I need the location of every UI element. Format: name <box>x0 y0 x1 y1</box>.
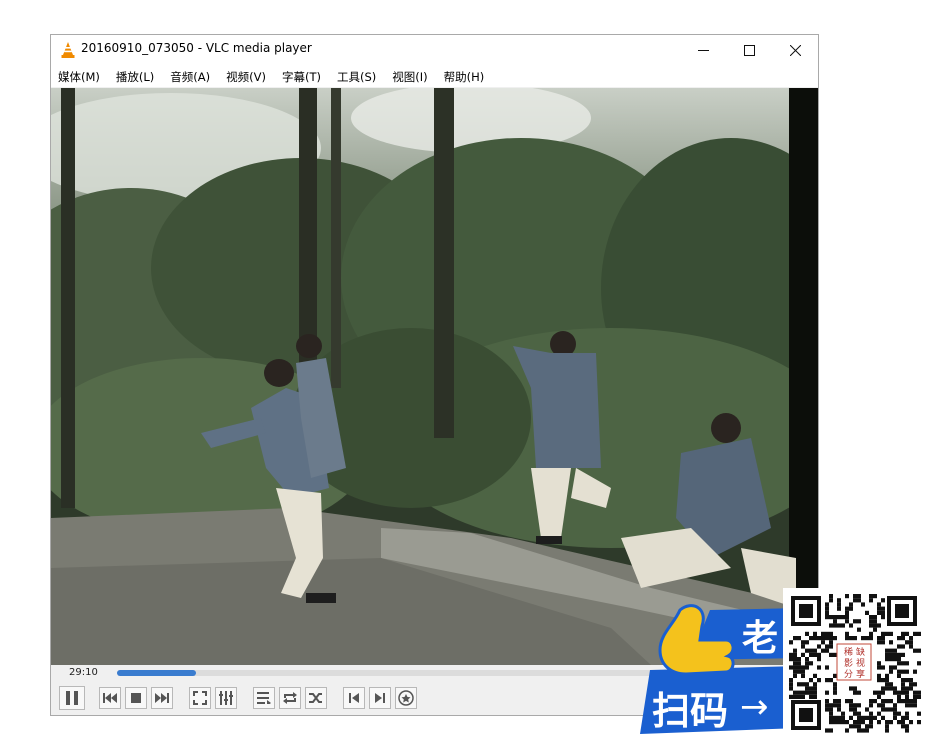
menu-bar: 媒体(M) 播放(L) 音频(A) 视频(V) 字幕(T) 工具(S) 视图(I… <box>51 65 818 87</box>
frame-back-button[interactable] <box>343 687 365 709</box>
shuffle-icon <box>309 693 322 703</box>
frame-forward-icon <box>375 693 385 703</box>
title-bar[interactable]: 20160910_073050 - VLC media player <box>51 35 818 65</box>
video-scene-image <box>51 88 818 665</box>
qr-code-image: 稀 缺 影 视 分 享 <box>783 588 923 736</box>
svg-text:视: 视 <box>856 657 865 669</box>
menu-playback[interactable]: 播放(L) <box>108 65 162 87</box>
pause-icon <box>66 691 78 705</box>
promo-partial-text: 老 <box>742 618 778 659</box>
next-button[interactable] <box>151 687 173 709</box>
extended-settings-button[interactable] <box>215 687 237 709</box>
menu-view[interactable]: 视图(I) <box>384 65 435 87</box>
svg-text:影: 影 <box>844 658 853 669</box>
frame-back-icon <box>349 693 359 703</box>
video-frame[interactable] <box>51 88 818 665</box>
menu-tools[interactable]: 工具(S) <box>329 65 384 87</box>
seek-progress <box>117 670 197 676</box>
frame-forward-button[interactable] <box>369 687 391 709</box>
menu-subtitle[interactable]: 字幕(T) <box>274 65 329 87</box>
svg-text:缺: 缺 <box>856 646 865 658</box>
maximize-icon <box>743 44 755 56</box>
close-icon <box>789 44 801 56</box>
snapshot-button[interactable] <box>395 687 417 709</box>
skip-next-icon <box>155 693 169 703</box>
promo-arrow: → <box>740 687 769 727</box>
maximize-button[interactable] <box>726 35 772 65</box>
snapshot-icon <box>398 690 414 706</box>
equalizer-icon <box>219 691 233 705</box>
loop-icon <box>283 692 297 704</box>
playlist-button[interactable] <box>253 687 275 709</box>
close-button[interactable] <box>772 35 818 65</box>
promo-scan-text: 扫码 <box>652 689 728 733</box>
svg-text:享: 享 <box>856 668 865 680</box>
svg-text:分: 分 <box>844 669 853 680</box>
shuffle-button[interactable] <box>305 687 327 709</box>
pause-button[interactable] <box>59 686 85 710</box>
elapsed-time: 29:10 <box>69 667 98 678</box>
playlist-icon <box>257 692 271 704</box>
vlc-cone-icon <box>61 42 75 58</box>
menu-help[interactable]: 帮助(H) <box>436 65 493 87</box>
fullscreen-button[interactable] <box>189 687 211 709</box>
menu-video[interactable]: 视频(V) <box>218 65 274 87</box>
fullscreen-icon <box>193 691 207 705</box>
window-title: 20160910_073050 - VLC media player <box>81 41 312 55</box>
svg-text:稀: 稀 <box>844 646 853 658</box>
menu-media[interactable]: 媒体(M) <box>51 65 108 87</box>
minimize-button[interactable] <box>680 35 726 65</box>
previous-button[interactable] <box>99 687 121 709</box>
minimize-icon <box>697 49 709 51</box>
skip-previous-icon <box>103 693 117 703</box>
menu-audio[interactable]: 音频(A) <box>162 65 218 87</box>
loop-button[interactable] <box>279 687 301 709</box>
stop-icon <box>131 693 141 703</box>
stop-button[interactable] <box>125 687 147 709</box>
